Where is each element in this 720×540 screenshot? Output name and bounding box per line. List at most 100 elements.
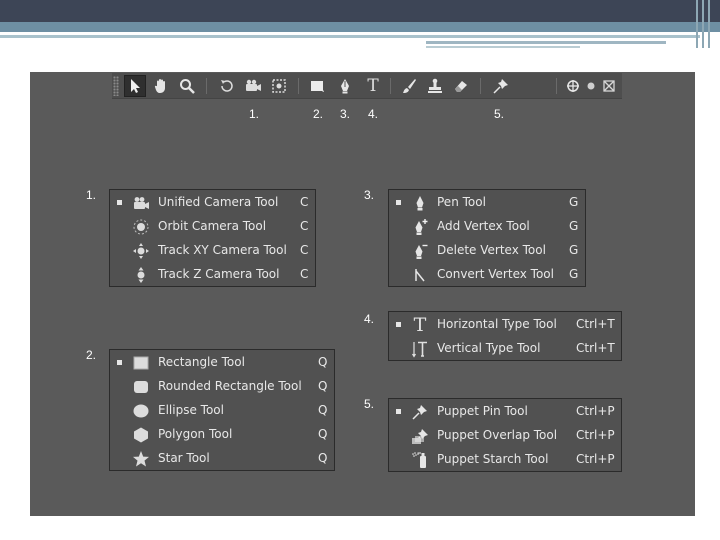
group-number-5: 5. (364, 397, 375, 411)
active-tool-bullet (117, 360, 122, 365)
menu-item-puppet-overlap-tool[interactable]: Puppet Overlap Tool Ctrl+P (389, 424, 621, 448)
toolbar-separator (480, 78, 481, 94)
menu-item-delete-vertex-tool[interactable]: Delete Vertex Tool G (389, 239, 585, 263)
polygon-icon (132, 426, 150, 444)
vertical-type-icon (411, 340, 429, 358)
menu-item-track-xy-camera-tool[interactable]: Track XY Camera Tool C (110, 239, 315, 263)
menu-item-pen-tool[interactable]: Pen Tool G (389, 191, 585, 215)
menu-item-puppet-starch-tool[interactable]: Puppet Starch Tool Ctrl+P (389, 448, 621, 472)
menu-item-orbit-camera-tool[interactable]: Orbit Camera Tool C (110, 215, 315, 239)
hand-icon (154, 79, 165, 93)
pan-behind-icon (272, 79, 286, 93)
toolbar-separator (390, 78, 391, 94)
slide-divider-line (0, 35, 700, 38)
menu-item-convert-vertex-tool[interactable]: Convert Vertex Tool G (389, 263, 585, 287)
selection-tool-button[interactable] (124, 75, 146, 97)
type-icon: T (367, 75, 379, 96)
snapping-target-button[interactable] (598, 75, 620, 97)
snap-target-icon (603, 80, 615, 92)
toolbar-separator (206, 78, 207, 94)
menu-item-label: Pen Tool (437, 195, 486, 209)
menu-item-label: Convert Vertex Tool (437, 267, 554, 281)
menu-item-polygon-tool[interactable]: Polygon Tool Q (110, 423, 334, 447)
menu-item-shortcut: Ctrl+T (576, 341, 615, 355)
menu-item-shortcut: Q (318, 427, 328, 441)
rotation-tool-button[interactable] (216, 75, 238, 97)
menu-item-puppet-pin-tool[interactable]: Puppet Pin Tool Ctrl+P (389, 400, 621, 424)
rectangle-icon (132, 354, 150, 372)
orbit-camera-icon (132, 218, 150, 236)
slide-accent-line (426, 41, 666, 44)
type-tool-button[interactable]: T (362, 75, 384, 97)
menu-item-track-z-camera-tool[interactable]: Track Z Camera Tool C (110, 263, 315, 287)
menu-item-label: Puppet Starch Tool (437, 452, 549, 466)
hand-tool-button[interactable] (150, 75, 172, 97)
menu-item-shortcut: Q (318, 451, 328, 465)
menu-item-ellipse-tool[interactable]: Ellipse Tool Q (110, 399, 334, 423)
toolbar-separator (298, 78, 299, 94)
menu-item-shortcut: C (300, 219, 309, 233)
track-xy-camera-icon (132, 242, 150, 260)
menu-item-vertical-type-tool[interactable]: Vertical Type Tool Ctrl+T (389, 337, 621, 361)
puppet-overlap-icon (411, 427, 429, 445)
menu-item-add-vertex-tool[interactable]: Add Vertex Tool G (389, 215, 585, 239)
menu-item-label: Star Tool (158, 451, 210, 465)
toolbar-number-2: 2. (313, 107, 324, 121)
pen-tool-button[interactable] (334, 75, 356, 97)
toolbar-number-1: 1. (249, 107, 260, 121)
menu-item-horizontal-type-tool[interactable]: T Horizontal Type Tool Ctrl+T (389, 313, 621, 337)
menu-item-label: Track XY Camera Tool (158, 243, 287, 257)
group-number-2: 2. (86, 348, 97, 362)
zoom-tool-button[interactable] (176, 75, 198, 97)
menu-item-label: Puppet Overlap Tool (437, 428, 558, 442)
brush-icon (403, 79, 416, 93)
menu-item-rectangle-tool[interactable]: Rectangle Tool Q (110, 351, 334, 375)
group-number-1: 1. (86, 188, 97, 202)
menu-item-label: Rectangle Tool (158, 355, 245, 369)
slide-header-stripe (0, 22, 720, 32)
rotate-icon (221, 80, 233, 92)
toolbar-number-3: 3. (340, 107, 351, 121)
puppet-tools-menu: Puppet Pin Tool Ctrl+P Puppet Overlap To… (388, 398, 622, 472)
pin-icon (493, 79, 508, 94)
brush-tool-button[interactable] (398, 75, 420, 97)
toolbar-grip[interactable] (113, 76, 119, 96)
type-tools-menu: T Horizontal Type Tool Ctrl+T Vertical T… (388, 311, 622, 361)
group-number-3: 3. (364, 188, 375, 202)
slide-header-bar (0, 0, 720, 22)
menu-item-unified-camera-tool[interactable]: Unified Camera Tool C (110, 191, 315, 215)
puppet-tool-button[interactable] (490, 75, 512, 97)
menu-item-label: Puppet Pin Tool (437, 404, 528, 418)
menu-item-shortcut: C (300, 267, 309, 281)
menu-item-shortcut: Q (318, 379, 328, 393)
magnifier-icon (180, 79, 195, 94)
rectangle-icon (311, 81, 324, 92)
menu-item-label: Delete Vertex Tool (437, 243, 546, 257)
eraser-tool-button[interactable] (450, 75, 472, 97)
active-tool-bullet (396, 409, 401, 414)
active-tool-bullet (396, 200, 401, 205)
menu-item-shortcut: Q (318, 403, 328, 417)
menu-item-shortcut: C (300, 195, 309, 209)
menu-item-label: Unified Camera Tool (158, 195, 279, 209)
clone-stamp-tool-button[interactable] (424, 75, 446, 97)
star-icon (132, 450, 150, 468)
camera-tools-menu: Unified Camera Tool C Orbit Camera Tool … (109, 189, 316, 287)
menu-item-shortcut: G (569, 243, 579, 257)
menu-item-shortcut: G (569, 195, 579, 209)
pan-behind-tool-button[interactable] (268, 75, 290, 97)
shape-tool-button[interactable] (306, 75, 328, 97)
slide-accent-line-short (426, 46, 580, 48)
menu-item-label: Horizontal Type Tool (437, 317, 557, 331)
pen-icon (411, 194, 429, 212)
shape-tools-menu: Rectangle Tool Q Rounded Rectangle Tool … (109, 349, 335, 471)
active-tool-bullet (396, 322, 401, 327)
camera-tool-button[interactable] (242, 75, 264, 97)
menu-item-shortcut: C (300, 243, 309, 257)
menu-item-star-tool[interactable]: Star Tool Q (110, 447, 334, 471)
menu-item-rounded-rectangle-tool[interactable]: Rounded Rectangle Tool Q (110, 375, 334, 399)
active-tool-bullet (117, 200, 122, 205)
pen-tools-menu: Pen Tool G Add Vertex Tool G Delete Vert… (388, 189, 586, 287)
puppet-starch-icon (411, 451, 429, 469)
pen-icon (341, 79, 349, 94)
